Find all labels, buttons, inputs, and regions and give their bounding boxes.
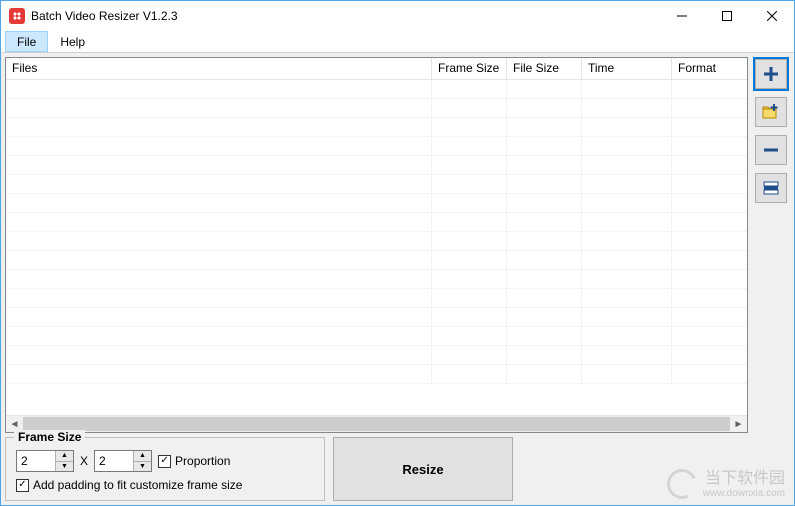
- file-table: Files Frame Size File Size Time Format: [5, 57, 748, 433]
- close-button[interactable]: [749, 1, 794, 31]
- padding-checkbox[interactable]: ✓ Add padding to fit customize frame siz…: [16, 478, 242, 492]
- plus-icon: [762, 65, 780, 83]
- clear-all-icon: [762, 179, 780, 197]
- checkbox-icon: ✓: [16, 479, 29, 492]
- col-file-size[interactable]: File Size: [507, 58, 582, 79]
- add-file-button[interactable]: [755, 59, 787, 89]
- titlebar: Batch Video Resizer V1.2.3: [1, 1, 794, 31]
- checkbox-icon: ✓: [158, 455, 171, 468]
- minimize-button[interactable]: [659, 1, 704, 31]
- proportion-label: Proportion: [175, 454, 230, 468]
- horizontal-scrollbar[interactable]: ◄ ►: [6, 415, 747, 432]
- menu-file[interactable]: File: [5, 31, 48, 52]
- maximize-button[interactable]: [704, 1, 749, 31]
- menubar: File Help: [1, 31, 794, 53]
- minus-icon: [762, 141, 780, 159]
- add-folder-button[interactable]: [755, 97, 787, 127]
- height-down-icon[interactable]: ▼: [134, 462, 151, 472]
- proportion-checkbox[interactable]: ✓ Proportion: [158, 454, 230, 468]
- padding-label: Add padding to fit customize frame size: [33, 478, 242, 492]
- menu-help[interactable]: Help: [48, 31, 97, 52]
- client-area: Files Frame Size File Size Time Format: [1, 53, 794, 505]
- table-header: Files Frame Size File Size Time Format: [6, 58, 747, 80]
- bottom-panel: Frame Size ▲ ▼ X: [5, 437, 748, 501]
- folder-plus-icon: [762, 103, 780, 121]
- col-format[interactable]: Format: [672, 58, 747, 79]
- window-title: Batch Video Resizer V1.2.3: [31, 9, 178, 23]
- scroll-thumb[interactable]: [23, 417, 730, 431]
- sidebar-toolbar: [752, 57, 790, 501]
- remove-all-button[interactable]: [755, 173, 787, 203]
- frame-size-legend: Frame Size: [14, 430, 85, 444]
- height-spinner[interactable]: ▲ ▼: [94, 450, 152, 472]
- width-input[interactable]: [17, 451, 55, 471]
- width-up-icon[interactable]: ▲: [56, 451, 73, 462]
- app-window: Batch Video Resizer V1.2.3 File Help Fil…: [0, 0, 795, 506]
- scroll-right-icon[interactable]: ►: [730, 416, 747, 433]
- table-body[interactable]: [6, 80, 747, 415]
- x-separator: X: [80, 454, 88, 468]
- col-frame-size[interactable]: Frame Size: [432, 58, 507, 79]
- height-input[interactable]: [95, 451, 133, 471]
- frame-size-group: Frame Size ▲ ▼ X: [5, 437, 325, 501]
- resize-button[interactable]: Resize: [333, 437, 513, 501]
- width-down-icon[interactable]: ▼: [56, 462, 73, 472]
- width-spinner[interactable]: ▲ ▼: [16, 450, 74, 472]
- col-files[interactable]: Files: [6, 58, 432, 79]
- col-time[interactable]: Time: [582, 58, 672, 79]
- app-icon: [9, 8, 25, 24]
- remove-button[interactable]: [755, 135, 787, 165]
- height-up-icon[interactable]: ▲: [134, 451, 151, 462]
